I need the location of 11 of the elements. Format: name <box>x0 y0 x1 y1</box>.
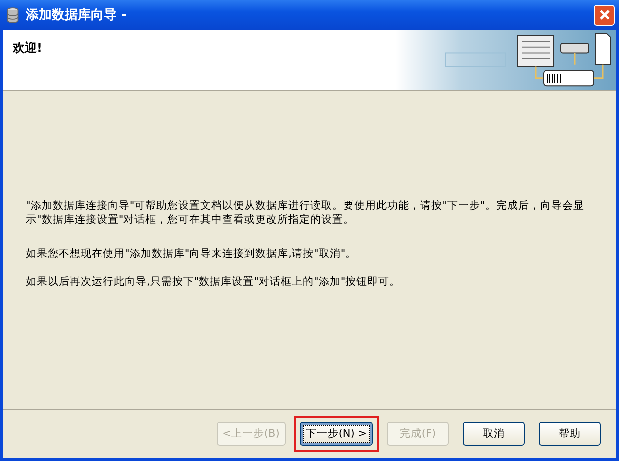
close-icon <box>598 9 610 21</box>
body-paragraph: "添加数据库连接向导"可帮助您设置文档以便从数据库进行读取。要使用此功能，请按"下一步"。完成后，向导会显示"数据库连接设置"对话框，您可在其中查看或更改所指定的设置。 <box>26 199 586 227</box>
wizard-button[interactable]: 取消 <box>463 422 525 446</box>
wizard-button[interactable]: 下一步(N) > <box>300 422 373 446</box>
wizard-button[interactable]: 帮助 <box>539 422 601 446</box>
window-title: 添加数据库向导 - <box>26 6 128 24</box>
database-icon <box>6 6 20 24</box>
close-button[interactable] <box>594 4 615 26</box>
body-paragraph: 如果以后再次运行此向导,只需按下"数据库设置"对话框上的"添加"按钮即可。 <box>26 275 402 289</box>
page-heading: 欢迎! <box>12 40 42 57</box>
body-paragraph: 如果您不想现在使用"添加数据库"向导来连接到数据库,请按"取消"。 <box>26 247 358 261</box>
